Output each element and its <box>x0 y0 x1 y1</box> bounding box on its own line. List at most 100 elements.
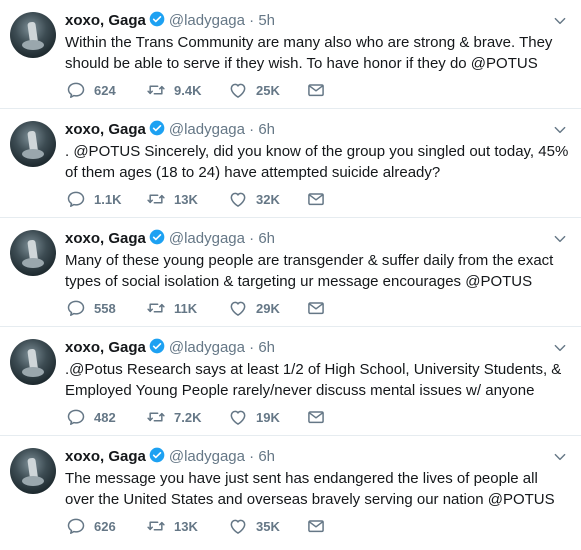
reply-icon <box>67 300 85 316</box>
reply-count: 1.1K <box>94 191 122 207</box>
tweet-text: Many of these young people are transgend… <box>65 252 554 290</box>
username-handle[interactable]: @ladygaga <box>169 230 245 247</box>
tweet-feed: xoxo, Gaga @ladygaga · 5h Within the Tran… <box>0 0 581 545</box>
envelope-icon <box>308 193 324 206</box>
retweet-icon <box>147 85 165 95</box>
tweet-header: xoxo, Gaga @ladygaga · 6h <box>65 338 275 358</box>
tweet[interactable]: xoxo, Gaga @ladygaga · 6h Many of these y… <box>0 218 581 327</box>
avatar[interactable] <box>10 448 56 494</box>
timestamp[interactable]: 6h <box>258 339 275 356</box>
heart-icon <box>230 83 246 98</box>
display-name[interactable]: xoxo, Gaga <box>65 121 146 138</box>
heart-icon <box>230 192 246 207</box>
heart-icon <box>230 301 246 316</box>
retweet-icon <box>147 303 165 313</box>
retweet-icon <box>147 194 165 204</box>
tweet[interactable]: xoxo, Gaga @ladygaga · 6h . @POTUS Sincer… <box>0 109 581 218</box>
direct-message-button[interactable] <box>306 515 326 537</box>
retweet-count: 7.2K <box>174 409 202 425</box>
direct-message-button[interactable] <box>306 188 326 210</box>
username-handle[interactable]: @ladygaga <box>169 448 245 465</box>
username-handle[interactable]: @ladygaga <box>169 121 245 138</box>
retweet-count: 11K <box>174 300 198 316</box>
separator-dot: · <box>249 230 255 247</box>
tweet-header: xoxo, Gaga @ladygaga · 6h <box>65 447 275 467</box>
reply-button[interactable]: 482 <box>66 406 116 428</box>
reply-count: 624 <box>94 82 116 98</box>
reply-button[interactable]: 624 <box>66 79 116 101</box>
direct-message-button[interactable] <box>306 79 326 101</box>
chevron-down-icon[interactable] <box>553 232 567 246</box>
tweet-text: Within the Trans Community are many also… <box>65 34 553 72</box>
retweet-button[interactable]: 11K <box>146 297 197 319</box>
reply-icon <box>67 82 85 98</box>
verified-badge-icon <box>149 447 165 463</box>
retweet-count: 9.4K <box>174 82 202 98</box>
chevron-down-icon[interactable] <box>553 14 567 28</box>
timestamp[interactable]: 6h <box>258 230 275 247</box>
reply-button[interactable]: 558 <box>66 297 116 319</box>
retweet-button[interactable]: 13K <box>146 188 198 210</box>
like-count: 19K <box>256 409 280 425</box>
username-handle[interactable]: @ladygaga <box>169 339 245 356</box>
tweet[interactable]: xoxo, Gaga @ladygaga · 6h The message you… <box>0 436 581 545</box>
envelope-icon <box>308 520 324 533</box>
separator-dot: · <box>249 12 255 29</box>
like-count: 25K <box>256 82 280 98</box>
like-count: 35K <box>256 518 280 534</box>
direct-message-button[interactable] <box>306 406 326 428</box>
like-button[interactable]: 35K <box>228 515 280 537</box>
avatar[interactable] <box>10 12 56 58</box>
reply-button[interactable]: 1.1K <box>66 188 121 210</box>
verified-badge-icon <box>149 120 165 136</box>
avatar[interactable] <box>10 230 56 276</box>
tweet-text: . @POTUS Sincerely, did you know of the … <box>65 143 569 181</box>
avatar[interactable] <box>10 121 56 167</box>
retweet-button[interactable]: 7.2K <box>146 406 201 428</box>
username-handle[interactable]: @ladygaga <box>169 12 245 29</box>
display-name[interactable]: xoxo, Gaga <box>65 448 146 465</box>
like-button[interactable]: 32K <box>228 188 280 210</box>
reply-icon <box>67 518 85 534</box>
chevron-down-icon[interactable] <box>553 123 567 137</box>
tweet[interactable]: xoxo, Gaga @ladygaga · 6h .@Potus Researc… <box>0 327 581 436</box>
like-count: 29K <box>256 300 280 316</box>
reply-count: 626 <box>94 518 116 534</box>
like-button[interactable]: 29K <box>228 297 280 319</box>
like-count: 32K <box>256 191 280 207</box>
avatar[interactable] <box>10 339 56 385</box>
envelope-icon <box>308 411 324 424</box>
chevron-down-icon[interactable] <box>553 450 567 464</box>
verified-badge-icon <box>149 229 165 245</box>
retweet-count: 13K <box>174 518 198 534</box>
heart-icon <box>230 519 246 534</box>
reply-count: 482 <box>94 409 116 425</box>
direct-message-button[interactable] <box>306 297 326 319</box>
chevron-down-icon[interactable] <box>553 341 567 355</box>
verified-badge-icon <box>149 11 165 27</box>
timestamp[interactable]: 5h <box>258 12 275 29</box>
display-name[interactable]: xoxo, Gaga <box>65 230 146 247</box>
retweet-count: 13K <box>174 191 198 207</box>
tweet-header: xoxo, Gaga @ladygaga · 5h <box>65 11 275 31</box>
timestamp[interactable]: 6h <box>258 448 275 465</box>
like-button[interactable]: 25K <box>228 79 280 101</box>
retweet-icon <box>147 521 165 531</box>
tweet[interactable]: xoxo, Gaga @ladygaga · 5h Within the Tran… <box>0 0 581 109</box>
retweet-button[interactable]: 13K <box>146 515 198 537</box>
retweet-icon <box>147 412 165 422</box>
separator-dot: · <box>249 121 255 138</box>
separator-dot: · <box>249 339 255 356</box>
retweet-button[interactable]: 9.4K <box>146 79 201 101</box>
display-name[interactable]: xoxo, Gaga <box>65 12 146 29</box>
like-button[interactable]: 19K <box>228 406 280 428</box>
reply-icon <box>67 409 85 425</box>
reply-button[interactable]: 626 <box>66 515 116 537</box>
timestamp[interactable]: 6h <box>258 121 275 138</box>
reply-count: 558 <box>94 300 116 316</box>
envelope-icon <box>308 84 324 97</box>
display-name[interactable]: xoxo, Gaga <box>65 339 146 356</box>
tweet-text: The message you have just sent has endan… <box>65 470 555 508</box>
separator-dot: · <box>249 448 255 465</box>
tweet-header: xoxo, Gaga @ladygaga · 6h <box>65 229 275 249</box>
